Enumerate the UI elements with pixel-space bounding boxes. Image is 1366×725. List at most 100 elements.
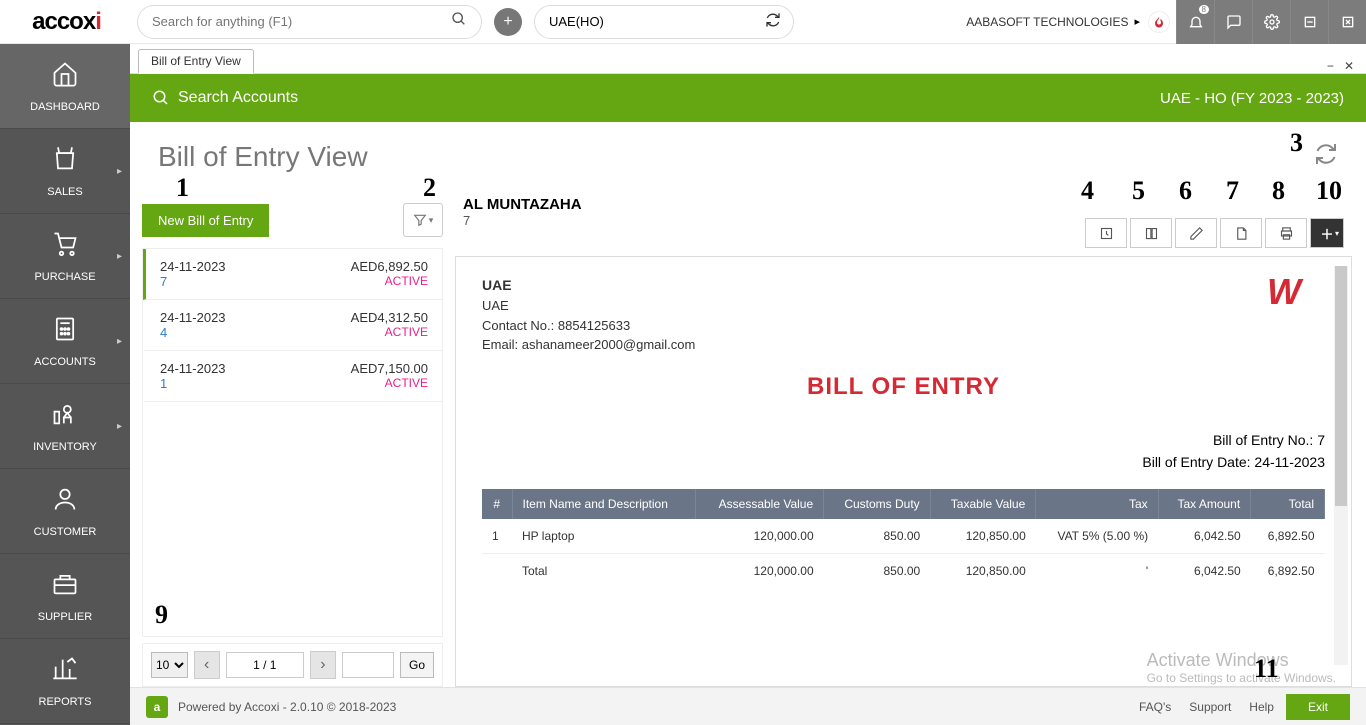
bag-icon [51, 145, 79, 180]
footer-logo: a [146, 696, 168, 718]
page-size-select[interactable]: 10 [151, 652, 188, 678]
party-sub: 7 [463, 213, 582, 228]
document-preview: W UAE UAE Contact No.: 8854125633 Email:… [455, 256, 1352, 687]
chevron-right-icon: ▸ [117, 421, 122, 432]
print-button[interactable] [1265, 218, 1307, 248]
context-bar: Search Accounts UAE - HO (FY 2023 - 2023… [130, 74, 1366, 122]
fiscal-year-label: UAE - HO (FY 2023 - 2023) [1160, 90, 1344, 107]
pencil-icon [1189, 226, 1204, 241]
detail-panel: AL MUNTAZAHA 7 ＋ W UAE UAE Contact No.: … [455, 192, 1366, 687]
table-total-row: Total 120,000.00 850.00 120,850.00 ' 6,0… [482, 554, 1325, 589]
close-window-button[interactable] [1328, 0, 1366, 44]
content: New Bill of Entry ▾ 24-11-2023 7 AED6,89… [130, 192, 1366, 687]
history-button[interactable] [1085, 218, 1127, 248]
nav-dashboard[interactable]: DASHBOARD [0, 44, 130, 129]
org-label: UAE(HO) [549, 14, 604, 29]
logo: accoxi [0, 0, 133, 44]
list-item[interactable]: 24-11-2023 4 AED4,312.50 ACTIVE [143, 300, 442, 351]
nav-inventory[interactable]: INVENTORY ▸ [0, 384, 130, 469]
search-icon [152, 89, 170, 107]
book-icon [1144, 226, 1159, 241]
list-panel: New Bill of Entry ▾ 24-11-2023 7 AED6,89… [130, 192, 455, 687]
prev-page-button[interactable]: ‹ [194, 651, 220, 679]
pdf-button[interactable] [1220, 218, 1262, 248]
messages-button[interactable] [1214, 0, 1252, 44]
search-input[interactable] [152, 14, 451, 29]
tab-close-icon[interactable]: ✕ [1344, 59, 1354, 73]
filter-icon [413, 213, 427, 227]
footer-link-support[interactable]: Support [1189, 700, 1231, 714]
go-button[interactable]: Go [400, 652, 434, 678]
edit-button[interactable] [1175, 218, 1217, 248]
detail-toolbar: ＋ [1085, 196, 1344, 248]
clock-icon [1099, 226, 1114, 241]
top-bar: accoxi + UAE(HO) AABASOFT TECHNOLOGIES ▸… [0, 0, 1366, 44]
company-info: UAE UAE Contact No.: 8854125633 Email: a… [482, 275, 1325, 355]
cart-icon [51, 230, 79, 265]
top-right-controls: 8 [1176, 0, 1366, 44]
document-meta: Bill of Entry No.: 7 Bill of Entry Date:… [482, 429, 1325, 474]
chart-icon [51, 655, 79, 690]
inventory-icon [51, 400, 79, 435]
table-row: 1 HP laptop 120,000.00 850.00 120,850.00… [482, 519, 1325, 554]
party-name: AL MUNTAZAHA [463, 196, 582, 213]
calculator-icon [51, 315, 79, 350]
notifications-button[interactable]: 8 [1176, 0, 1214, 44]
footer-link-help[interactable]: Help [1249, 700, 1274, 714]
footer-link-faqs[interactable]: FAQ's [1139, 700, 1171, 714]
pdf-icon [1234, 226, 1249, 241]
chevron-right-icon: ▸ [117, 251, 122, 262]
chevron-right-icon: ▸ [117, 166, 122, 177]
nav-customer[interactable]: CUSTOMER [0, 469, 130, 554]
pagination: 10 ‹ › Go [142, 643, 443, 687]
powered-by: Powered by Accoxi - 2.0.10 © 2018-2023 [178, 700, 396, 714]
exit-button[interactable]: Exit [1286, 694, 1350, 720]
company-logo: W [1267, 271, 1301, 313]
search-icon [451, 11, 467, 32]
home-icon [51, 60, 79, 95]
refresh-icon[interactable] [1314, 142, 1338, 172]
tab-minimize-icon[interactable]: − [1327, 59, 1334, 73]
nav-accounts[interactable]: ACCOUNTS ▸ [0, 299, 130, 384]
sync-icon [765, 12, 781, 31]
footer: a Powered by Accoxi - 2.0.10 © 2018-2023… [130, 687, 1366, 725]
printer-icon [1279, 226, 1294, 241]
journal-button[interactable] [1130, 218, 1172, 248]
goto-page-input[interactable] [342, 652, 394, 678]
nav-supplier[interactable]: SUPPLIER [0, 554, 130, 639]
tab-bill-of-entry-view[interactable]: Bill of Entry View [138, 49, 254, 74]
document-title: BILL OF ENTRY [482, 373, 1325, 401]
items-table: # Item Name and Description Assessable V… [482, 489, 1325, 588]
company-name[interactable]: AABASOFT TECHNOLOGIES [966, 15, 1128, 29]
chevron-down-icon: ▾ [429, 215, 434, 226]
chevron-right-icon: ▸ [117, 336, 122, 347]
notification-badge: 8 [1199, 5, 1209, 14]
user-icon [51, 485, 79, 520]
company-caret-icon: ▸ [1134, 15, 1140, 28]
flame-icon [1148, 11, 1170, 33]
org-selector[interactable]: UAE(HO) [534, 5, 794, 39]
next-page-button[interactable]: › [310, 651, 336, 679]
page-indicator[interactable] [226, 652, 304, 678]
list-item[interactable]: 24-11-2023 1 AED7,150.00 ACTIVE [143, 351, 442, 402]
tab-strip: Bill of Entry View − ✕ [130, 44, 1366, 74]
nav-sales[interactable]: SALES ▸ [0, 129, 130, 214]
new-bill-button[interactable]: New Bill of Entry [142, 204, 269, 237]
global-search[interactable] [137, 5, 482, 39]
sidebar: DASHBOARD SALES ▸ PURCHASE ▸ ACCOUNTS ▸ … [0, 44, 130, 725]
settings-button[interactable] [1252, 0, 1290, 44]
entries-list: 24-11-2023 7 AED6,892.50 ACTIVE 24-11-20… [142, 248, 443, 637]
plus-icon: ＋ [1320, 224, 1333, 243]
minimize-button[interactable] [1290, 0, 1328, 44]
search-accounts-link[interactable]: Search Accounts [178, 89, 298, 107]
add-button[interactable]: + [494, 8, 522, 36]
briefcase-icon [51, 570, 79, 605]
page-title: Bill of Entry View [158, 141, 368, 173]
more-actions-button[interactable]: ＋ [1310, 218, 1344, 248]
filter-button[interactable]: ▾ [403, 203, 443, 237]
scrollbar[interactable] [1334, 266, 1348, 665]
list-item[interactable]: 24-11-2023 7 AED6,892.50 ACTIVE [143, 249, 442, 300]
nav-reports[interactable]: REPORTS [0, 639, 130, 724]
nav-purchase[interactable]: PURCHASE ▸ [0, 214, 130, 299]
page-title-bar: Bill of Entry View [130, 122, 1366, 192]
